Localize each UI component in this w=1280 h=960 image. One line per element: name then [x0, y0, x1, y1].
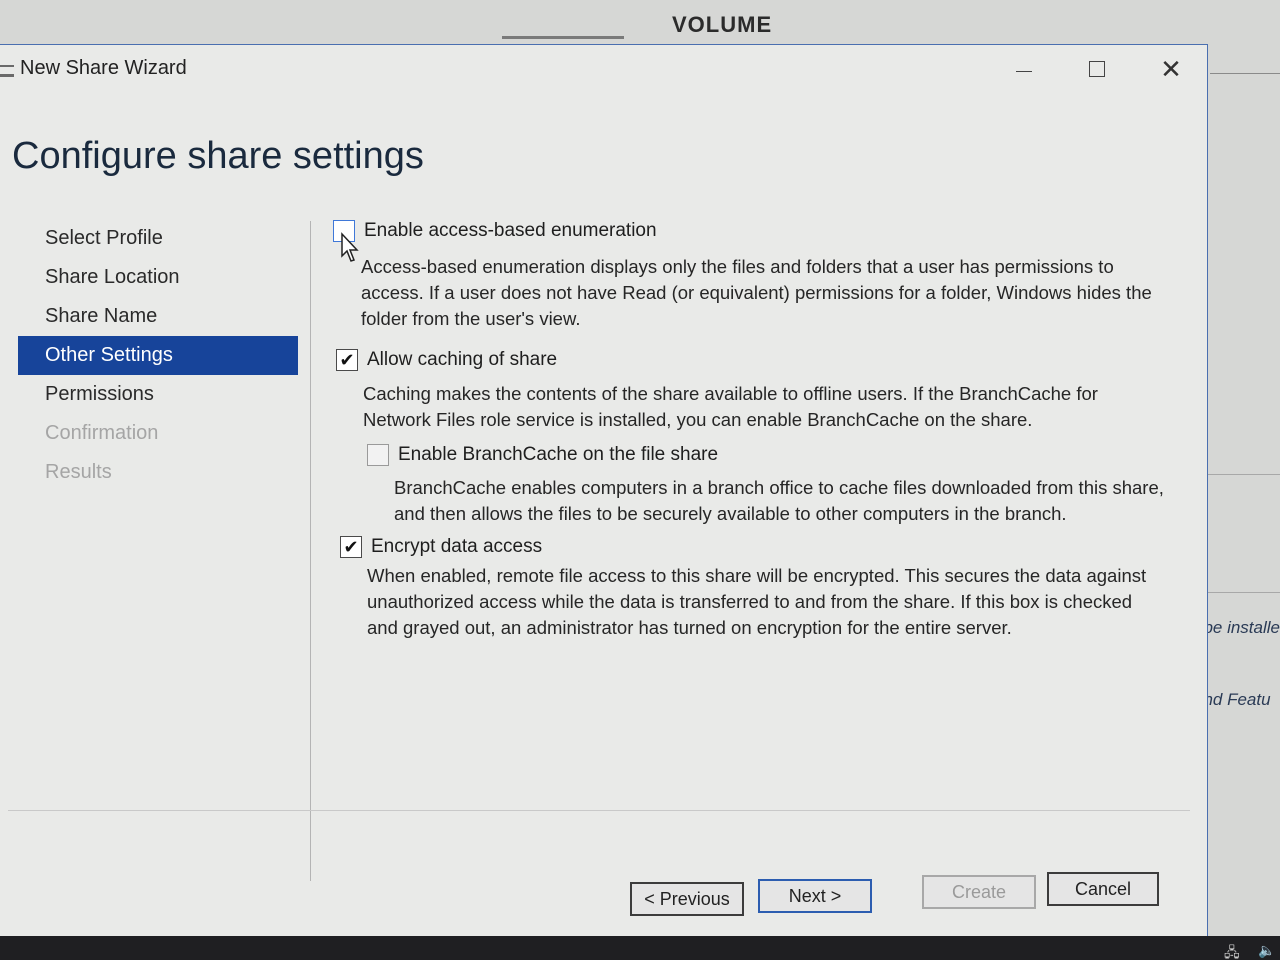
encrypt-description: When enabled, remote file access to this…: [367, 563, 1146, 641]
nav-item-other-settings[interactable]: Other Settings: [18, 336, 298, 375]
caching-description: Caching makes the contents of the share …: [363, 381, 1098, 433]
abe-description: Access-based enumeration displays only t…: [361, 254, 1152, 332]
background-tab-indicator: [502, 36, 624, 39]
description-line: access. If a user does not have Read (or…: [361, 282, 1152, 303]
cancel-button[interactable]: Cancel: [1047, 872, 1159, 906]
nav-item-results: Results: [45, 461, 112, 483]
nav-item-select-profile[interactable]: Select Profile: [18, 219, 298, 258]
description-line: unauthorized access while the data is tr…: [367, 591, 1133, 612]
description-line: and grayed out, an administrator has tur…: [367, 617, 1012, 638]
close-button[interactable]: ✕: [1151, 53, 1191, 85]
encrypt-label: Encrypt data access: [371, 536, 543, 557]
branchcache-label: Enable BranchCache on the file share: [398, 444, 719, 465]
close-icon: ✕: [1160, 53, 1182, 84]
background-divider: [1196, 592, 1280, 593]
create-button: Create: [922, 875, 1036, 909]
background-divider: [1196, 474, 1280, 475]
network-icon[interactable]: 🖧: [1224, 942, 1240, 960]
taskbar: [0, 936, 1280, 960]
title-bar[interactable]: New Share Wizard ✕: [0, 45, 1207, 93]
encrypt-option[interactable]: ✔ Encrypt data access: [340, 536, 542, 558]
description-line: Network Files role service is installed,…: [363, 409, 1033, 430]
nav-divider: [310, 221, 311, 881]
minimize-icon: [1016, 70, 1032, 72]
branchcache-checkbox[interactable]: [367, 444, 389, 466]
abe-option[interactable]: Enable access-based enumeration: [333, 220, 657, 242]
branchcache-description: BranchCache enables computers in a branc…: [394, 475, 1164, 527]
description-line: When enabled, remote file access to this…: [367, 565, 1147, 586]
nav-item-share-name[interactable]: Share Name: [18, 297, 298, 336]
description-line: BranchCache enables computers in a branc…: [394, 477, 1164, 498]
description-line: Caching makes the contents of the share …: [363, 383, 1098, 404]
previous-button[interactable]: < Previous: [630, 882, 744, 916]
background-title: VOLUME: [672, 12, 773, 37]
maximize-icon: [1089, 61, 1105, 77]
description-line: folder from the user's view.: [361, 308, 581, 329]
nav-item-confirmation: Confirmation: [45, 422, 159, 444]
footer-separator: [8, 810, 1190, 811]
abe-label: Enable access-based enumeration: [364, 220, 657, 241]
window-title: New Share Wizard: [20, 57, 187, 79]
encrypt-checkbox[interactable]: ✔: [340, 536, 362, 558]
maximize-button[interactable]: [1077, 53, 1117, 85]
wizard-app-icon: [0, 65, 14, 77]
volume-icon[interactable]: 🔈: [1258, 942, 1275, 959]
background-divider: [1210, 73, 1280, 74]
mouse-cursor-icon: [341, 232, 359, 262]
minimize-button[interactable]: [1004, 53, 1044, 85]
next-button[interactable]: Next >: [758, 879, 872, 913]
description-line: Access-based enumeration displays only t…: [361, 256, 1114, 277]
branchcache-option[interactable]: Enable BranchCache on the file share: [367, 444, 718, 466]
nav-item-share-location[interactable]: Share Location: [18, 258, 298, 297]
caching-option[interactable]: ✔ Allow caching of share: [336, 349, 557, 371]
description-line: and then allows the files to be securely…: [394, 503, 1067, 524]
nav-item-permissions[interactable]: Permissions: [18, 375, 298, 414]
page-title: Configure share settings: [12, 135, 424, 177]
caching-label: Allow caching of share: [367, 349, 558, 370]
wizard-step-nav: Select Profile Share Location Share Name…: [18, 219, 298, 492]
caching-checkbox[interactable]: ✔: [336, 349, 358, 371]
